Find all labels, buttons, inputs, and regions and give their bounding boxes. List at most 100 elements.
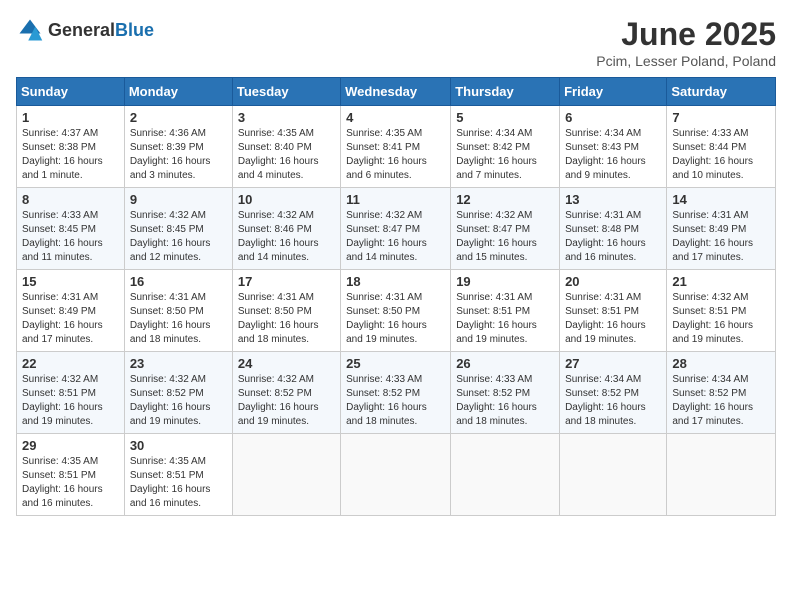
day-info: Sunrise: 4:34 AM Sunset: 8:52 PM Dayligh… (672, 373, 770, 429)
day-info: Sunrise: 4:33 AM Sunset: 8:52 PM Dayligh… (346, 373, 445, 429)
day-number: 4 (346, 110, 445, 125)
calendar-day-cell (451, 434, 560, 516)
day-info: Sunrise: 4:33 AM Sunset: 8:45 PM Dayligh… (22, 209, 119, 265)
day-info: Sunrise: 4:34 AM Sunset: 8:43 PM Dayligh… (565, 127, 661, 183)
day-info: Sunrise: 4:32 AM Sunset: 8:52 PM Dayligh… (238, 373, 335, 429)
logo-text: GeneralBlue (48, 20, 154, 41)
day-info: Sunrise: 4:32 AM Sunset: 8:45 PM Dayligh… (130, 209, 227, 265)
calendar-day-cell: 9 Sunrise: 4:32 AM Sunset: 8:45 PM Dayli… (124, 188, 232, 270)
day-number: 25 (346, 356, 445, 371)
day-number: 2 (130, 110, 227, 125)
calendar-day-cell: 22 Sunrise: 4:32 AM Sunset: 8:51 PM Dayl… (17, 352, 125, 434)
day-info: Sunrise: 4:34 AM Sunset: 8:52 PM Dayligh… (565, 373, 661, 429)
day-info: Sunrise: 4:32 AM Sunset: 8:46 PM Dayligh… (238, 209, 335, 265)
day-number: 15 (22, 274, 119, 289)
day-info: Sunrise: 4:31 AM Sunset: 8:50 PM Dayligh… (130, 291, 227, 347)
calendar-day-cell: 8 Sunrise: 4:33 AM Sunset: 8:45 PM Dayli… (17, 188, 125, 270)
calendar-day-cell: 30 Sunrise: 4:35 AM Sunset: 8:51 PM Dayl… (124, 434, 232, 516)
calendar-title: June 2025 (596, 16, 776, 53)
calendar-day-cell: 24 Sunrise: 4:32 AM Sunset: 8:52 PM Dayl… (232, 352, 340, 434)
calendar-day-cell: 29 Sunrise: 4:35 AM Sunset: 8:51 PM Dayl… (17, 434, 125, 516)
day-info: Sunrise: 4:35 AM Sunset: 8:41 PM Dayligh… (346, 127, 445, 183)
day-number: 1 (22, 110, 119, 125)
day-number: 16 (130, 274, 227, 289)
calendar-day-cell: 5 Sunrise: 4:34 AM Sunset: 8:42 PM Dayli… (451, 106, 560, 188)
calendar-day-cell: 23 Sunrise: 4:32 AM Sunset: 8:52 PM Dayl… (124, 352, 232, 434)
calendar-week-row: 22 Sunrise: 4:32 AM Sunset: 8:51 PM Dayl… (17, 352, 776, 434)
day-number: 22 (22, 356, 119, 371)
weekday-header: Monday (124, 78, 232, 106)
day-info: Sunrise: 4:35 AM Sunset: 8:51 PM Dayligh… (130, 455, 227, 511)
weekday-header: Thursday (451, 78, 560, 106)
day-number: 13 (565, 192, 661, 207)
day-number: 20 (565, 274, 661, 289)
day-info: Sunrise: 4:31 AM Sunset: 8:49 PM Dayligh… (672, 209, 770, 265)
day-info: Sunrise: 4:31 AM Sunset: 8:50 PM Dayligh… (346, 291, 445, 347)
calendar-day-cell: 25 Sunrise: 4:33 AM Sunset: 8:52 PM Dayl… (341, 352, 451, 434)
calendar-day-cell: 12 Sunrise: 4:32 AM Sunset: 8:47 PM Dayl… (451, 188, 560, 270)
calendar-day-cell: 21 Sunrise: 4:32 AM Sunset: 8:51 PM Dayl… (667, 270, 776, 352)
calendar-day-cell: 15 Sunrise: 4:31 AM Sunset: 8:49 PM Dayl… (17, 270, 125, 352)
calendar-week-row: 29 Sunrise: 4:35 AM Sunset: 8:51 PM Dayl… (17, 434, 776, 516)
day-info: Sunrise: 4:31 AM Sunset: 8:49 PM Dayligh… (22, 291, 119, 347)
day-info: Sunrise: 4:31 AM Sunset: 8:51 PM Dayligh… (565, 291, 661, 347)
day-number: 3 (238, 110, 335, 125)
calendar-day-cell: 14 Sunrise: 4:31 AM Sunset: 8:49 PM Dayl… (667, 188, 776, 270)
calendar-day-cell: 2 Sunrise: 4:36 AM Sunset: 8:39 PM Dayli… (124, 106, 232, 188)
day-info: Sunrise: 4:33 AM Sunset: 8:52 PM Dayligh… (456, 373, 554, 429)
day-info: Sunrise: 4:35 AM Sunset: 8:51 PM Dayligh… (22, 455, 119, 511)
day-info: Sunrise: 4:31 AM Sunset: 8:48 PM Dayligh… (565, 209, 661, 265)
calendar-day-cell: 10 Sunrise: 4:32 AM Sunset: 8:46 PM Dayl… (232, 188, 340, 270)
weekday-header: Saturday (667, 78, 776, 106)
calendar-day-cell: 27 Sunrise: 4:34 AM Sunset: 8:52 PM Dayl… (560, 352, 667, 434)
weekday-header: Friday (560, 78, 667, 106)
calendar-day-cell (667, 434, 776, 516)
calendar-table: SundayMondayTuesdayWednesdayThursdayFrid… (16, 77, 776, 516)
calendar-day-cell: 17 Sunrise: 4:31 AM Sunset: 8:50 PM Dayl… (232, 270, 340, 352)
day-number: 8 (22, 192, 119, 207)
calendar-week-row: 8 Sunrise: 4:33 AM Sunset: 8:45 PM Dayli… (17, 188, 776, 270)
calendar-day-cell: 18 Sunrise: 4:31 AM Sunset: 8:50 PM Dayl… (341, 270, 451, 352)
calendar-day-cell: 7 Sunrise: 4:33 AM Sunset: 8:44 PM Dayli… (667, 106, 776, 188)
day-number: 19 (456, 274, 554, 289)
day-info: Sunrise: 4:32 AM Sunset: 8:51 PM Dayligh… (22, 373, 119, 429)
day-info: Sunrise: 4:32 AM Sunset: 8:51 PM Dayligh… (672, 291, 770, 347)
day-number: 12 (456, 192, 554, 207)
day-info: Sunrise: 4:36 AM Sunset: 8:39 PM Dayligh… (130, 127, 227, 183)
calendar-day-cell (232, 434, 340, 516)
day-number: 9 (130, 192, 227, 207)
calendar-day-cell: 4 Sunrise: 4:35 AM Sunset: 8:41 PM Dayli… (341, 106, 451, 188)
logo-general: General (48, 20, 115, 40)
calendar-day-cell: 20 Sunrise: 4:31 AM Sunset: 8:51 PM Dayl… (560, 270, 667, 352)
page-header: GeneralBlue June 2025 Pcim, Lesser Polan… (16, 16, 776, 69)
weekday-header: Tuesday (232, 78, 340, 106)
day-number: 10 (238, 192, 335, 207)
day-info: Sunrise: 4:31 AM Sunset: 8:50 PM Dayligh… (238, 291, 335, 347)
day-number: 7 (672, 110, 770, 125)
day-number: 17 (238, 274, 335, 289)
day-number: 30 (130, 438, 227, 453)
calendar-week-row: 15 Sunrise: 4:31 AM Sunset: 8:49 PM Dayl… (17, 270, 776, 352)
day-number: 29 (22, 438, 119, 453)
day-number: 5 (456, 110, 554, 125)
weekday-header: Sunday (17, 78, 125, 106)
day-number: 24 (238, 356, 335, 371)
day-number: 6 (565, 110, 661, 125)
calendar-header-row: SundayMondayTuesdayWednesdayThursdayFrid… (17, 78, 776, 106)
day-info: Sunrise: 4:32 AM Sunset: 8:47 PM Dayligh… (346, 209, 445, 265)
logo: GeneralBlue (16, 16, 154, 44)
day-number: 11 (346, 192, 445, 207)
calendar-day-cell: 16 Sunrise: 4:31 AM Sunset: 8:50 PM Dayl… (124, 270, 232, 352)
calendar-day-cell (341, 434, 451, 516)
calendar-day-cell: 1 Sunrise: 4:37 AM Sunset: 8:38 PM Dayli… (17, 106, 125, 188)
title-block: June 2025 Pcim, Lesser Poland, Poland (596, 16, 776, 69)
calendar-day-cell: 11 Sunrise: 4:32 AM Sunset: 8:47 PM Dayl… (341, 188, 451, 270)
calendar-day-cell: 13 Sunrise: 4:31 AM Sunset: 8:48 PM Dayl… (560, 188, 667, 270)
calendar-day-cell: 3 Sunrise: 4:35 AM Sunset: 8:40 PM Dayli… (232, 106, 340, 188)
calendar-day-cell: 26 Sunrise: 4:33 AM Sunset: 8:52 PM Dayl… (451, 352, 560, 434)
logo-blue: Blue (115, 20, 154, 40)
day-number: 21 (672, 274, 770, 289)
day-info: Sunrise: 4:31 AM Sunset: 8:51 PM Dayligh… (456, 291, 554, 347)
day-number: 23 (130, 356, 227, 371)
logo-icon (16, 16, 44, 44)
